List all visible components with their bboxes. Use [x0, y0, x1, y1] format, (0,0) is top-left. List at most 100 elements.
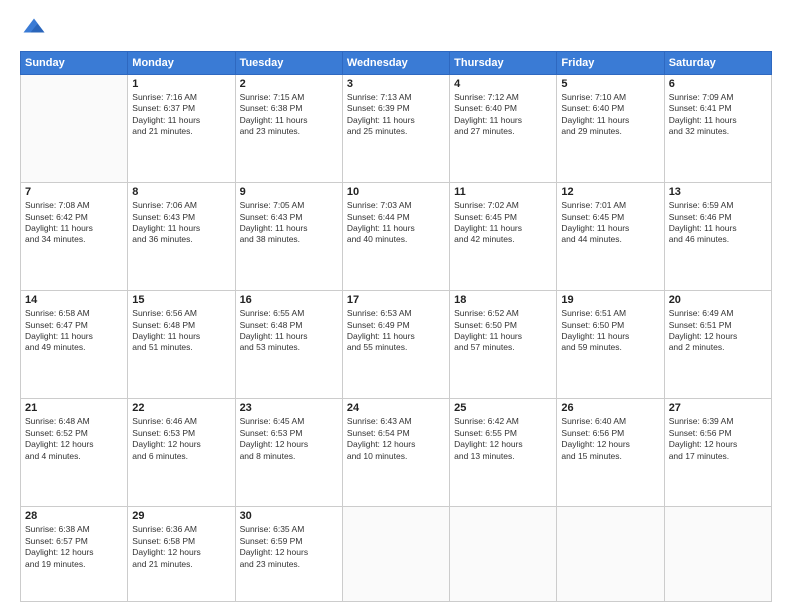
- day-info: Sunrise: 6:58 AM Sunset: 6:47 PM Dayligh…: [25, 308, 123, 354]
- header: [20, 15, 772, 43]
- calendar-cell: [450, 507, 557, 602]
- day-info: Sunrise: 7:10 AM Sunset: 6:40 PM Dayligh…: [561, 92, 659, 138]
- calendar-cell: 6Sunrise: 7:09 AM Sunset: 6:41 PM Daylig…: [664, 75, 771, 183]
- logo-icon: [20, 15, 48, 43]
- day-number: 24: [347, 402, 445, 414]
- day-info: Sunrise: 6:53 AM Sunset: 6:49 PM Dayligh…: [347, 308, 445, 354]
- day-info: Sunrise: 7:16 AM Sunset: 6:37 PM Dayligh…: [132, 92, 230, 138]
- calendar-cell: 12 Sunrise: 7:01 AM Sunset: 6:45 PM Dayli…: [557, 183, 664, 291]
- day-info: Sunrise: 6:38 AM Sunset: 6:57 PM Dayligh…: [25, 524, 123, 570]
- day-number: 29: [132, 510, 230, 522]
- day-info: Sunrise: 7:02 AM Sunset: 6:45 PM Dayligh…: [454, 200, 552, 246]
- day-info: Sunrise: 6:59 AM Sunset: 6:46 PM Dayligh…: [669, 200, 767, 246]
- day-info: Sunrise: 6:55 AM Sunset: 6:48 PM Dayligh…: [240, 308, 338, 354]
- day-info: Sunrise: 7:03 AM Sunset: 6:44 PM Dayligh…: [347, 200, 445, 246]
- calendar-cell: 9 Sunrise: 7:05 AM Sunset: 6:43 PM Daylig…: [235, 183, 342, 291]
- page: SundayMondayTuesdayWednesdayThursdayFrid…: [0, 0, 792, 612]
- day-info: Sunrise: 7:15 AM Sunset: 6:38 PM Dayligh…: [240, 92, 338, 138]
- calendar-header-sunday: Sunday: [21, 52, 128, 75]
- calendar-table: SundayMondayTuesdayWednesdayThursdayFrid…: [20, 51, 772, 602]
- day-info: Sunrise: 6:49 AM Sunset: 6:51 PM Dayligh…: [669, 308, 767, 354]
- day-info: Sunrise: 7:09 AM Sunset: 6:41 PM Dayligh…: [669, 92, 767, 138]
- calendar-cell: 8 Sunrise: 7:06 AM Sunset: 6:43 PM Daylig…: [128, 183, 235, 291]
- calendar-header-tuesday: Tuesday: [235, 52, 342, 75]
- calendar-cell: 21 Sunrise: 6:48 AM Sunset: 6:52 PM Dayli…: [21, 399, 128, 507]
- day-info: Sunrise: 6:51 AM Sunset: 6:50 PM Dayligh…: [561, 308, 659, 354]
- day-info: Sunrise: 7:12 AM Sunset: 6:40 PM Dayligh…: [454, 92, 552, 138]
- calendar-header-thursday: Thursday: [450, 52, 557, 75]
- day-info: Sunrise: 7:05 AM Sunset: 6:43 PM Dayligh…: [240, 200, 338, 246]
- day-info: Sunrise: 7:01 AM Sunset: 6:45 PM Dayligh…: [561, 200, 659, 246]
- calendar-cell: 19Sunrise: 6:51 AM Sunset: 6:50 PM Dayli…: [557, 291, 664, 399]
- day-info: Sunrise: 6:56 AM Sunset: 6:48 PM Dayligh…: [132, 308, 230, 354]
- calendar-cell: [342, 507, 449, 602]
- day-number: 3: [347, 78, 445, 90]
- day-number: 10: [347, 186, 445, 198]
- day-info: Sunrise: 6:48 AM Sunset: 6:52 PM Dayligh…: [25, 416, 123, 462]
- day-number: 27: [669, 402, 767, 414]
- day-number: 1: [132, 78, 230, 90]
- day-number: 9: [240, 186, 338, 198]
- day-number: 22: [132, 402, 230, 414]
- day-info: Sunrise: 6:45 AM Sunset: 6:53 PM Dayligh…: [240, 416, 338, 462]
- day-number: 12: [561, 186, 659, 198]
- calendar-cell: 2 Sunrise: 7:15 AM Sunset: 6:38 PM Daylig…: [235, 75, 342, 183]
- day-number: 11: [454, 186, 552, 198]
- calendar-cell: 10 Sunrise: 7:03 AM Sunset: 6:44 PM Dayli…: [342, 183, 449, 291]
- calendar-cell: 3 Sunrise: 7:13 AM Sunset: 6:39 PM Daylig…: [342, 75, 449, 183]
- day-info: Sunrise: 6:35 AM Sunset: 6:59 PM Dayligh…: [240, 524, 338, 570]
- day-number: 14: [25, 294, 123, 306]
- calendar-cell: [557, 507, 664, 602]
- calendar-cell: 16 Sunrise: 6:55 AM Sunset: 6:48 PM Dayli…: [235, 291, 342, 399]
- day-info: Sunrise: 6:36 AM Sunset: 6:58 PM Dayligh…: [132, 524, 230, 570]
- calendar-week-5: 28 Sunrise: 6:38 AM Sunset: 6:57 PM Dayli…: [21, 507, 772, 602]
- calendar-cell: 4 Sunrise: 7:12 AM Sunset: 6:40 PM Daylig…: [450, 75, 557, 183]
- day-info: Sunrise: 7:13 AM Sunset: 6:39 PM Dayligh…: [347, 92, 445, 138]
- calendar-cell: [664, 507, 771, 602]
- calendar-week-4: 21 Sunrise: 6:48 AM Sunset: 6:52 PM Dayli…: [21, 399, 772, 507]
- day-number: 2: [240, 78, 338, 90]
- calendar-header-wednesday: Wednesday: [342, 52, 449, 75]
- day-number: 7: [25, 186, 123, 198]
- day-number: 16: [240, 294, 338, 306]
- calendar-cell: 24 Sunrise: 6:43 AM Sunset: 6:54 PM Dayli…: [342, 399, 449, 507]
- day-number: 13: [669, 186, 767, 198]
- calendar-cell: 17 Sunrise: 6:53 AM Sunset: 6:49 PM Dayli…: [342, 291, 449, 399]
- calendar-cell: 25Sunrise: 6:42 AM Sunset: 6:55 PM Dayli…: [450, 399, 557, 507]
- calendar-cell: [21, 75, 128, 183]
- calendar-cell: 15 Sunrise: 6:56 AM Sunset: 6:48 PM Dayli…: [128, 291, 235, 399]
- calendar-cell: 23 Sunrise: 6:45 AM Sunset: 6:53 PM Dayli…: [235, 399, 342, 507]
- calendar-cell: 28 Sunrise: 6:38 AM Sunset: 6:57 PM Dayli…: [21, 507, 128, 602]
- calendar-cell: 14 Sunrise: 6:58 AM Sunset: 6:47 PM Dayli…: [21, 291, 128, 399]
- calendar-cell: 26Sunrise: 6:40 AM Sunset: 6:56 PM Dayli…: [557, 399, 664, 507]
- day-number: 30: [240, 510, 338, 522]
- calendar-cell: 20Sunrise: 6:49 AM Sunset: 6:51 PM Dayli…: [664, 291, 771, 399]
- calendar-cell: 1 Sunrise: 7:16 AM Sunset: 6:37 PM Daylig…: [128, 75, 235, 183]
- calendar-cell: 27Sunrise: 6:39 AM Sunset: 6:56 PM Dayli…: [664, 399, 771, 507]
- day-number: 21: [25, 402, 123, 414]
- day-number: 4: [454, 78, 552, 90]
- calendar-cell: 18Sunrise: 6:52 AM Sunset: 6:50 PM Dayli…: [450, 291, 557, 399]
- calendar-header-monday: Monday: [128, 52, 235, 75]
- day-number: 26: [561, 402, 659, 414]
- day-info: Sunrise: 6:43 AM Sunset: 6:54 PM Dayligh…: [347, 416, 445, 462]
- calendar-cell: 22Sunrise: 6:46 AM Sunset: 6:53 PM Dayli…: [128, 399, 235, 507]
- day-number: 17: [347, 294, 445, 306]
- calendar-cell: 29 Sunrise: 6:36 AM Sunset: 6:58 PM Dayli…: [128, 507, 235, 602]
- calendar-cell: 30 Sunrise: 6:35 AM Sunset: 6:59 PM Dayli…: [235, 507, 342, 602]
- day-info: Sunrise: 7:06 AM Sunset: 6:43 PM Dayligh…: [132, 200, 230, 246]
- day-number: 23: [240, 402, 338, 414]
- calendar-header-friday: Friday: [557, 52, 664, 75]
- calendar-header-row: SundayMondayTuesdayWednesdayThursdayFrid…: [21, 52, 772, 75]
- calendar-week-1: 1 Sunrise: 7:16 AM Sunset: 6:37 PM Daylig…: [21, 75, 772, 183]
- day-number: 15: [132, 294, 230, 306]
- day-info: Sunrise: 6:52 AM Sunset: 6:50 PM Dayligh…: [454, 308, 552, 354]
- calendar-cell: 13 Sunrise: 6:59 AM Sunset: 6:46 PM Dayli…: [664, 183, 771, 291]
- calendar-header-saturday: Saturday: [664, 52, 771, 75]
- day-number: 5: [561, 78, 659, 90]
- logo: [20, 15, 52, 43]
- day-number: 8: [132, 186, 230, 198]
- day-number: 28: [25, 510, 123, 522]
- calendar-week-3: 14 Sunrise: 6:58 AM Sunset: 6:47 PM Dayli…: [21, 291, 772, 399]
- calendar-cell: 11 Sunrise: 7:02 AM Sunset: 6:45 PM Dayli…: [450, 183, 557, 291]
